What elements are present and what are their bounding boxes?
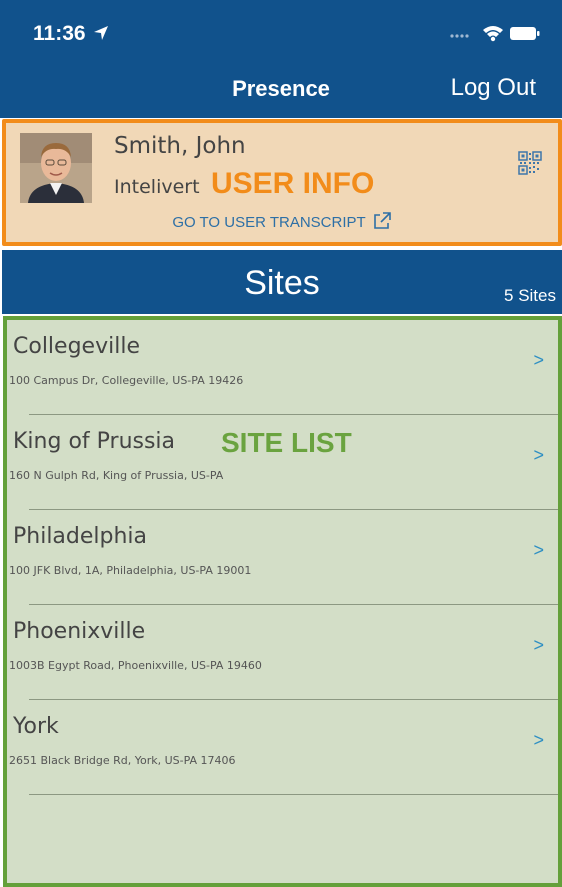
wifi-icon <box>483 26 503 42</box>
battery-icon <box>510 27 540 40</box>
logout-button[interactable]: Log Out <box>451 74 536 102</box>
site-address: 2651 Black Bridge Rd, York, US-PA 17406 <box>9 754 236 767</box>
chevron-right-icon: > <box>533 350 544 370</box>
divider <box>29 794 558 795</box>
site-list: Collegeville 100 Campus Dr, Collegeville… <box>3 316 562 887</box>
chevron-right-icon: > <box>533 730 544 750</box>
sites-count: 5 Sites <box>504 286 556 305</box>
site-item-collegeville[interactable]: Collegeville 100 Campus Dr, Collegeville… <box>7 320 558 415</box>
user-info-annotation: USER INFO <box>211 167 375 200</box>
site-address: 160 N Gulph Rd, King of Prussia, US-PA <box>9 469 224 482</box>
chevron-right-icon: > <box>533 540 544 560</box>
status-time: 11:36 <box>33 22 86 45</box>
site-item-philadelphia[interactable]: Philadelphia 100 JFK Blvd, 1A, Philadelp… <box>7 510 558 605</box>
navigation-bar: Presence Log Out <box>0 62 562 118</box>
site-item-phoenixville[interactable]: Phoenixville 1003B Egypt Road, Phoenixvi… <box>7 605 558 700</box>
external-link-icon <box>373 212 391 229</box>
status-icons <box>450 26 540 42</box>
site-address: 1003B Egypt Road, Phoenixville, US-PA 19… <box>9 659 262 672</box>
chevron-right-icon: > <box>533 445 544 465</box>
user-name: Smith, John <box>114 133 246 159</box>
site-name: Philadelphia <box>13 524 148 549</box>
site-address: 100 Campus Dr, Collegeville, US-PA 19426 <box>9 374 244 387</box>
user-transcript-link[interactable]: GO TO USER TRANSCRIPT <box>6 211 558 231</box>
site-name: King of Prussia <box>13 429 176 454</box>
sites-title: Sites <box>244 264 320 302</box>
site-name: York <box>13 714 59 739</box>
user-info-panel: Smith, John Intelivert USER INFO GO TO U… <box>2 119 562 246</box>
status-bar: 11:36 <box>0 0 562 62</box>
site-item-york[interactable]: York 2651 Black Bridge Rd, York, US-PA 1… <box>7 700 558 795</box>
transcript-link-label: GO TO USER TRANSCRIPT <box>172 214 366 231</box>
sites-header: Sites 5 Sites <box>2 250 562 314</box>
site-list-annotation: SITE LIST <box>221 427 352 458</box>
avatar <box>20 133 92 203</box>
user-organization: Intelivert <box>114 176 200 198</box>
site-name: Collegeville <box>13 334 140 359</box>
signal-dots-icon <box>450 34 469 38</box>
site-name: Phoenixville <box>13 619 146 644</box>
qr-code-icon[interactable] <box>518 151 542 175</box>
avatar-photo <box>20 133 92 203</box>
location-arrow-icon <box>94 26 108 40</box>
site-address: 100 JFK Blvd, 1A, Philadelphia, US-PA 19… <box>9 564 252 577</box>
chevron-right-icon: > <box>533 635 544 655</box>
